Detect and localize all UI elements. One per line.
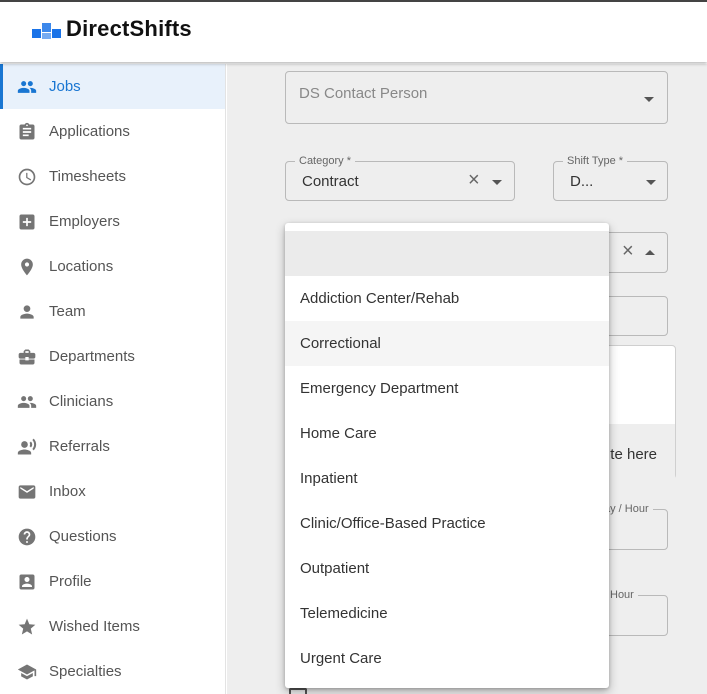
dropdown-option[interactable]: Emergency Department: [285, 366, 609, 411]
briefcase-icon: [16, 346, 38, 368]
chevron-down-icon[interactable]: [644, 97, 654, 102]
sidebar-nav: Jobs Applications Timesheets Employers L…: [0, 64, 226, 694]
option-label: Emergency Department: [300, 380, 459, 397]
sidebar-item-wished-items[interactable]: Wished Items: [0, 604, 225, 649]
checkbox[interactable]: [289, 688, 307, 694]
brand-name: DirectShifts: [66, 16, 192, 41]
shift-type-value: D...: [570, 173, 594, 190]
option-label: Inpatient: [300, 470, 358, 487]
sidebar-item-label: Wished Items: [49, 618, 140, 635]
clear-icon[interactable]: ×: [622, 241, 634, 261]
sidebar-item-label: Clinicians: [49, 393, 114, 410]
help-circle-icon: [16, 526, 38, 548]
sidebar-item-applications[interactable]: Applications: [0, 109, 225, 154]
sidebar-item-label: Employers: [49, 213, 120, 230]
dropdown-option[interactable]: Addiction Center/Rehab: [285, 276, 609, 321]
dropdown-option[interactable]: Clinic/Office-Based Practice: [285, 501, 609, 546]
shift-type-select[interactable]: Shift Type * D...: [553, 155, 668, 201]
people-icon: [16, 391, 38, 413]
school-icon: [16, 661, 38, 683]
sidebar-item-profile[interactable]: Profile: [0, 559, 225, 604]
sidebar-item-specialties[interactable]: Specialties: [0, 649, 225, 694]
category-label: Category *: [295, 155, 355, 167]
ds-contact-person-select[interactable]: DS Contact Person: [285, 71, 668, 124]
sidebar-item-jobs[interactable]: Jobs: [0, 64, 225, 109]
sidebar-item-label: Locations: [49, 258, 114, 275]
people-icon: [16, 76, 38, 98]
dropdown-option[interactable]: Inpatient: [285, 456, 609, 501]
upload-hint: te here: [610, 446, 657, 463]
clear-icon[interactable]: ×: [468, 170, 480, 190]
sidebar-item-inbox[interactable]: Inbox: [0, 469, 225, 514]
sidebar-item-label: Timesheets: [49, 168, 126, 185]
sidebar-item-employers[interactable]: Employers: [0, 199, 225, 244]
sidebar-item-team[interactable]: Team: [0, 289, 225, 334]
sidebar-item-timesheets[interactable]: Timesheets: [0, 154, 225, 199]
sidebar-item-questions[interactable]: Questions: [0, 514, 225, 559]
chevron-down-icon[interactable]: [492, 180, 502, 185]
sidebar-item-referrals[interactable]: Referrals: [0, 424, 225, 469]
sidebar-item-label: Profile: [49, 573, 92, 590]
sidebar-item-label: Specialties: [49, 663, 122, 680]
option-label: Correctional: [300, 335, 381, 352]
dropdown-option[interactable]: Correctional: [285, 321, 609, 366]
sidebar-item-label: Inbox: [49, 483, 86, 500]
shift-type-label: Shift Type *: [563, 155, 628, 167]
brand-logo[interactable]: DirectShifts: [32, 16, 192, 42]
pixel-squares-logo-icon: [32, 19, 61, 39]
option-label: Addiction Center/Rehab: [300, 290, 460, 307]
dropdown-option[interactable]: Urgent Care: [285, 636, 609, 681]
sidebar-item-label: Jobs: [49, 78, 81, 95]
clock-icon: [16, 166, 38, 188]
dropdown-option-empty[interactable]: [285, 231, 609, 276]
location-pin-icon: [16, 256, 38, 278]
dropdown-option[interactable]: Outpatient: [285, 546, 609, 591]
sidebar-item-label: Departments: [49, 348, 135, 365]
option-label: Clinic/Office-Based Practice: [300, 515, 486, 532]
sidebar-item-label: Questions: [49, 528, 117, 545]
medical-plus-icon: [16, 211, 38, 233]
chevron-down-icon[interactable]: [646, 180, 656, 185]
sidebar-item-label: Team: [49, 303, 86, 320]
sidebar-item-departments[interactable]: Departments: [0, 334, 225, 379]
ds-contact-person-placeholder: DS Contact Person: [299, 85, 428, 102]
chevron-up-icon[interactable]: [645, 250, 655, 255]
option-label: Home Care: [300, 425, 377, 442]
dropdown-option[interactable]: Home Care: [285, 411, 609, 456]
sidebar-item-label: Applications: [49, 123, 130, 140]
account-box-icon: [16, 571, 38, 593]
dropdown-option[interactable]: Telemedicine: [285, 591, 609, 636]
category-select[interactable]: Category * Contract ×: [285, 155, 515, 201]
star-icon: [16, 616, 38, 638]
person-icon: [16, 301, 38, 323]
option-label: Telemedicine: [300, 605, 388, 622]
clipboard-icon: [16, 121, 38, 143]
option-label: Urgent Care: [300, 650, 382, 667]
category-value: Contract: [302, 173, 359, 190]
sidebar-item-label: Referrals: [49, 438, 110, 455]
top-app-bar: DirectShifts: [0, 0, 707, 62]
hour-label: Hour: [606, 589, 638, 601]
sidebar-item-clinicians[interactable]: Clinicians: [0, 379, 225, 424]
record-voice-icon: [16, 436, 38, 458]
sidebar-item-locations[interactable]: Locations: [0, 244, 225, 289]
mail-icon: [16, 481, 38, 503]
option-label: Outpatient: [300, 560, 370, 577]
setting-dropdown-menu: Addiction Center/Rehab Correctional Emer…: [285, 223, 609, 688]
